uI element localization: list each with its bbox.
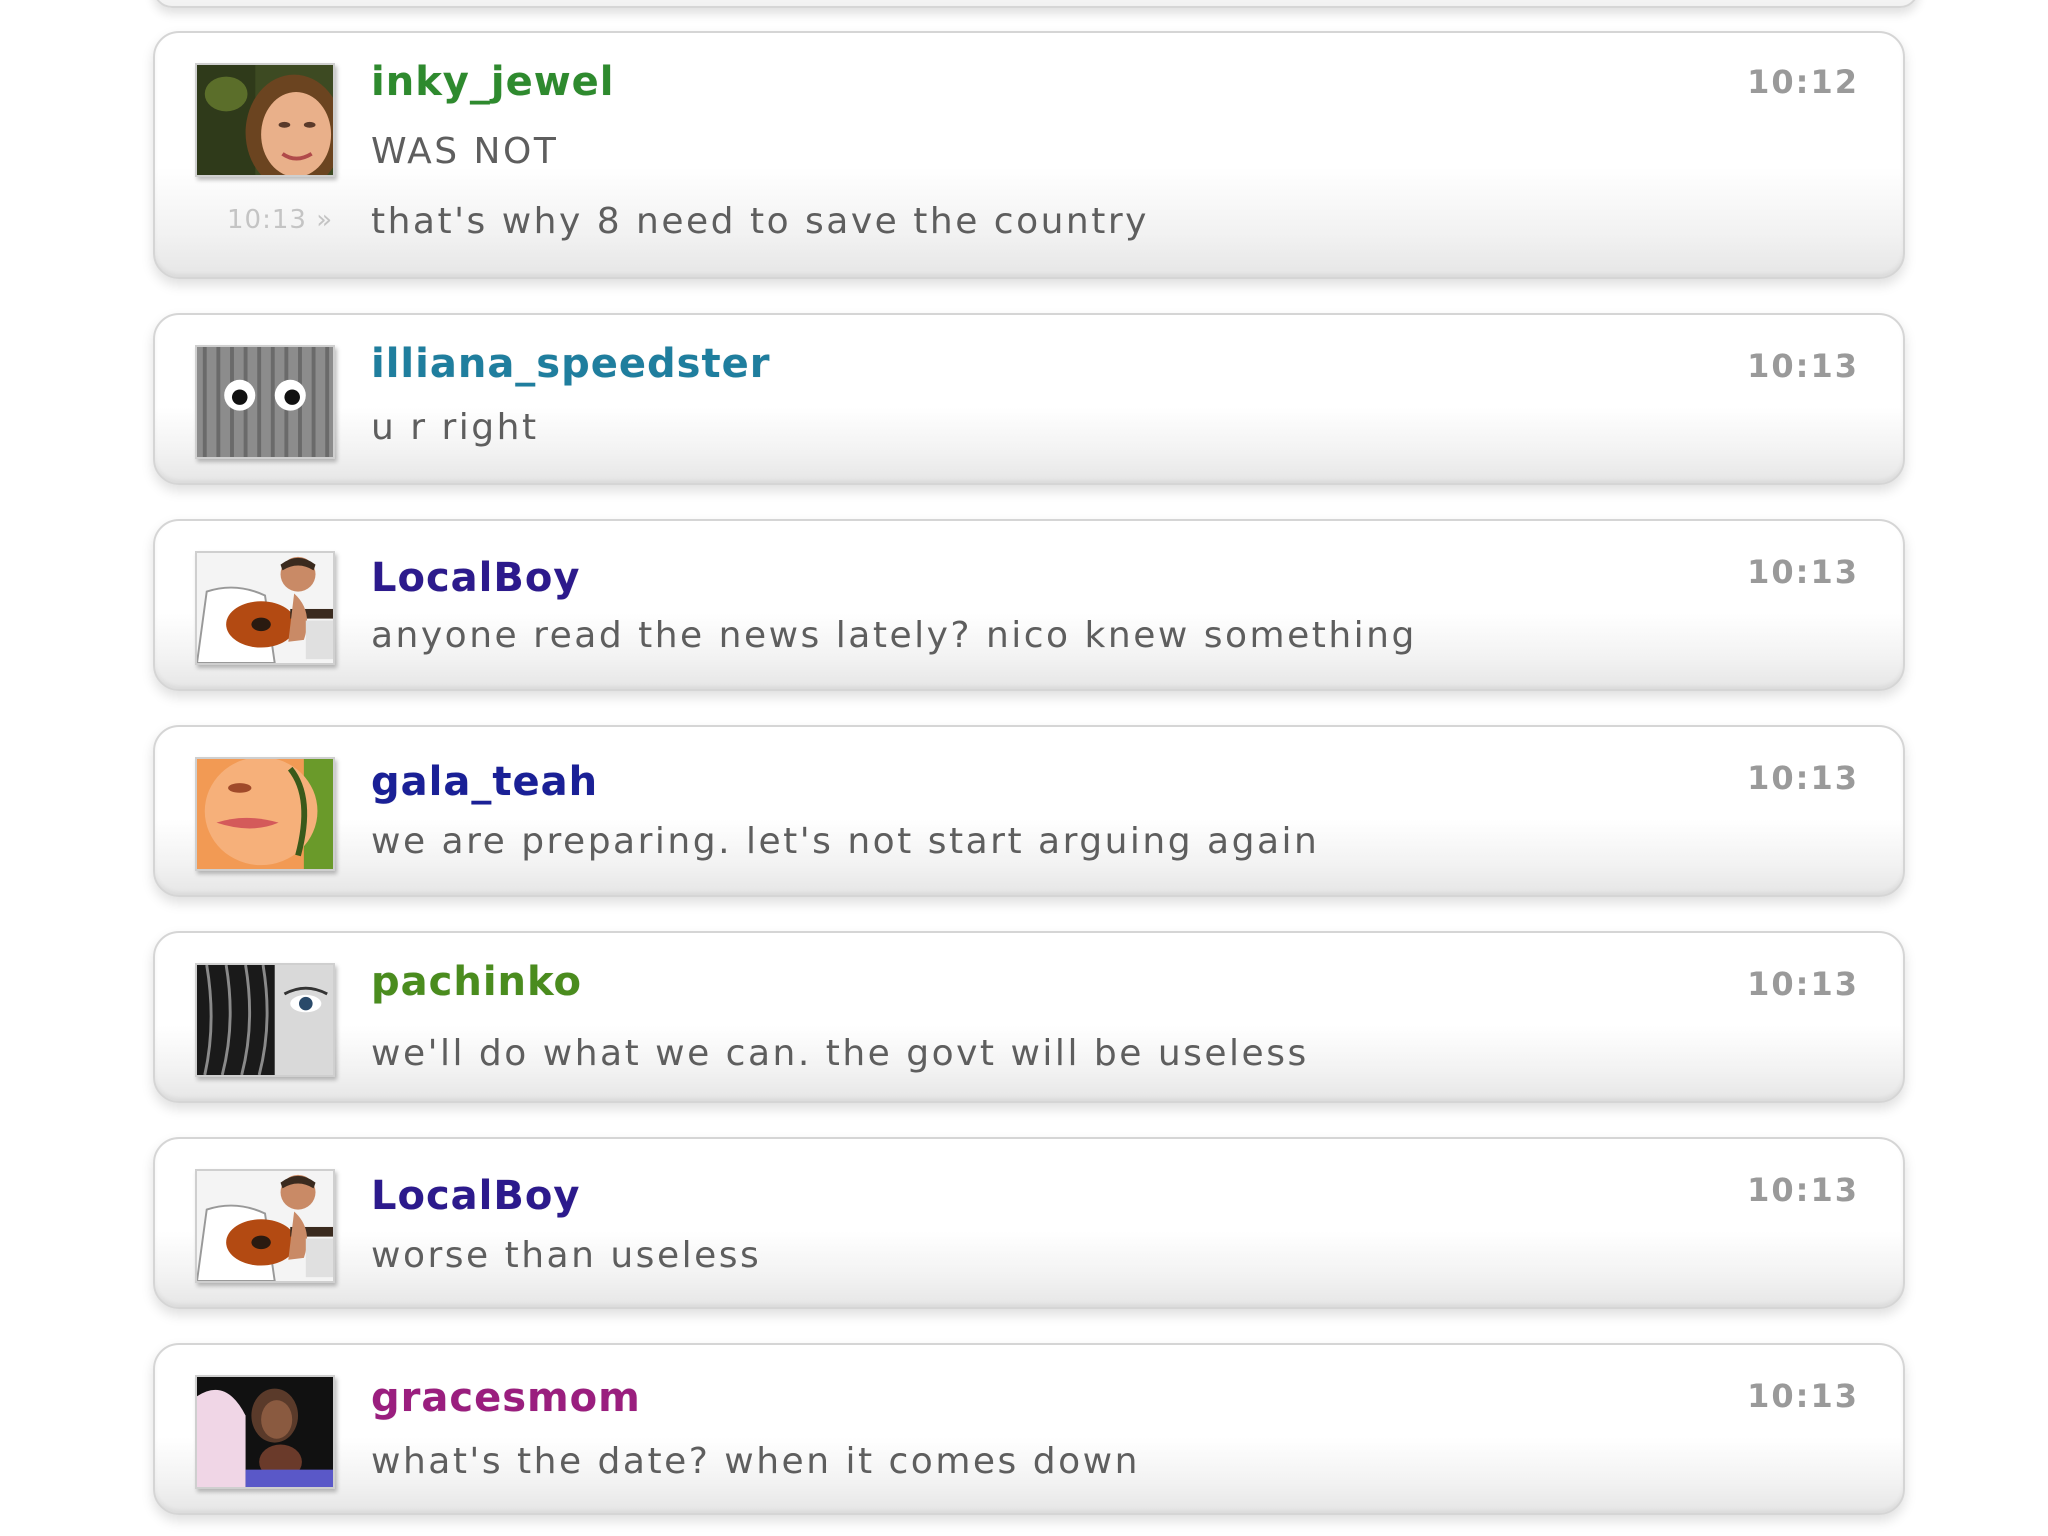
previous-message-bubble xyxy=(153,0,1919,8)
avatar[interactable] xyxy=(195,551,335,665)
message-bubble: gala_teah 10:13 we are preparing. let's … xyxy=(153,725,1905,897)
timestamp: 10:13 xyxy=(1747,347,1859,385)
message-text: what's the date? when it comes down xyxy=(371,1441,1140,1482)
chat-log: inky_jewel 10:12 WAS NOT 10:13 » that's … xyxy=(0,0,2048,1536)
followup-timestamp: 10:13 » xyxy=(227,205,334,235)
message-text: WAS NOT xyxy=(371,131,559,172)
message-bubble: illiana_speedster 10:13 u r right xyxy=(153,313,1905,485)
message-text: we'll do what we can. the govt will be u… xyxy=(371,1033,1309,1074)
timestamp: 10:13 xyxy=(1747,1171,1859,1209)
avatar[interactable] xyxy=(195,1375,335,1489)
avatar[interactable] xyxy=(195,757,335,871)
avatar-woman-photo-icon xyxy=(197,65,333,175)
username[interactable]: inky_jewel xyxy=(371,59,615,105)
avatar-guitar-player-icon xyxy=(197,553,333,663)
message-text: u r right xyxy=(371,407,539,448)
avatar-googly-eyes-icon xyxy=(197,347,333,457)
username[interactable]: illiana_speedster xyxy=(371,341,770,387)
message-bubble: LocalBoy 10:13 worse than useless xyxy=(153,1137,1905,1309)
username[interactable]: gala_teah xyxy=(371,759,598,805)
message-bubble: LocalBoy 10:13 anyone read the news late… xyxy=(153,519,1905,691)
message-text: anyone read the news lately? nico knew s… xyxy=(371,615,1417,656)
message-text: we are preparing. let's not start arguin… xyxy=(371,821,1320,862)
username[interactable]: gracesmom xyxy=(371,1375,641,1421)
username[interactable]: pachinko xyxy=(371,959,582,1005)
username[interactable]: LocalBoy xyxy=(371,1173,580,1219)
message-bubble: inky_jewel 10:12 WAS NOT 10:13 » that's … xyxy=(153,31,1905,279)
message-text: worse than useless xyxy=(371,1235,762,1276)
avatar[interactable] xyxy=(195,1169,335,1283)
timestamp: 10:12 xyxy=(1747,63,1859,101)
avatar[interactable] xyxy=(195,963,335,1077)
message-bubble: pachinko 10:13 we'll do what we can. the… xyxy=(153,931,1905,1103)
timestamp: 10:13 xyxy=(1747,965,1859,1003)
avatar-guitar-player-icon xyxy=(197,1171,333,1281)
username[interactable]: LocalBoy xyxy=(371,555,580,601)
timestamp: 10:13 xyxy=(1747,553,1859,591)
avatar[interactable] xyxy=(195,63,335,177)
avatar-hair-eye-icon xyxy=(197,965,333,1075)
timestamp: 10:13 xyxy=(1747,759,1859,797)
timestamp: 10:13 xyxy=(1747,1377,1859,1415)
message-bubble: gracesmom 10:13 what's the date? when it… xyxy=(153,1343,1905,1515)
avatar-mother-child-icon xyxy=(197,1377,333,1487)
avatar-painted-face-icon xyxy=(197,759,333,869)
followup-message-text: that's why 8 need to save the country xyxy=(371,201,1149,242)
avatar[interactable] xyxy=(195,345,335,459)
